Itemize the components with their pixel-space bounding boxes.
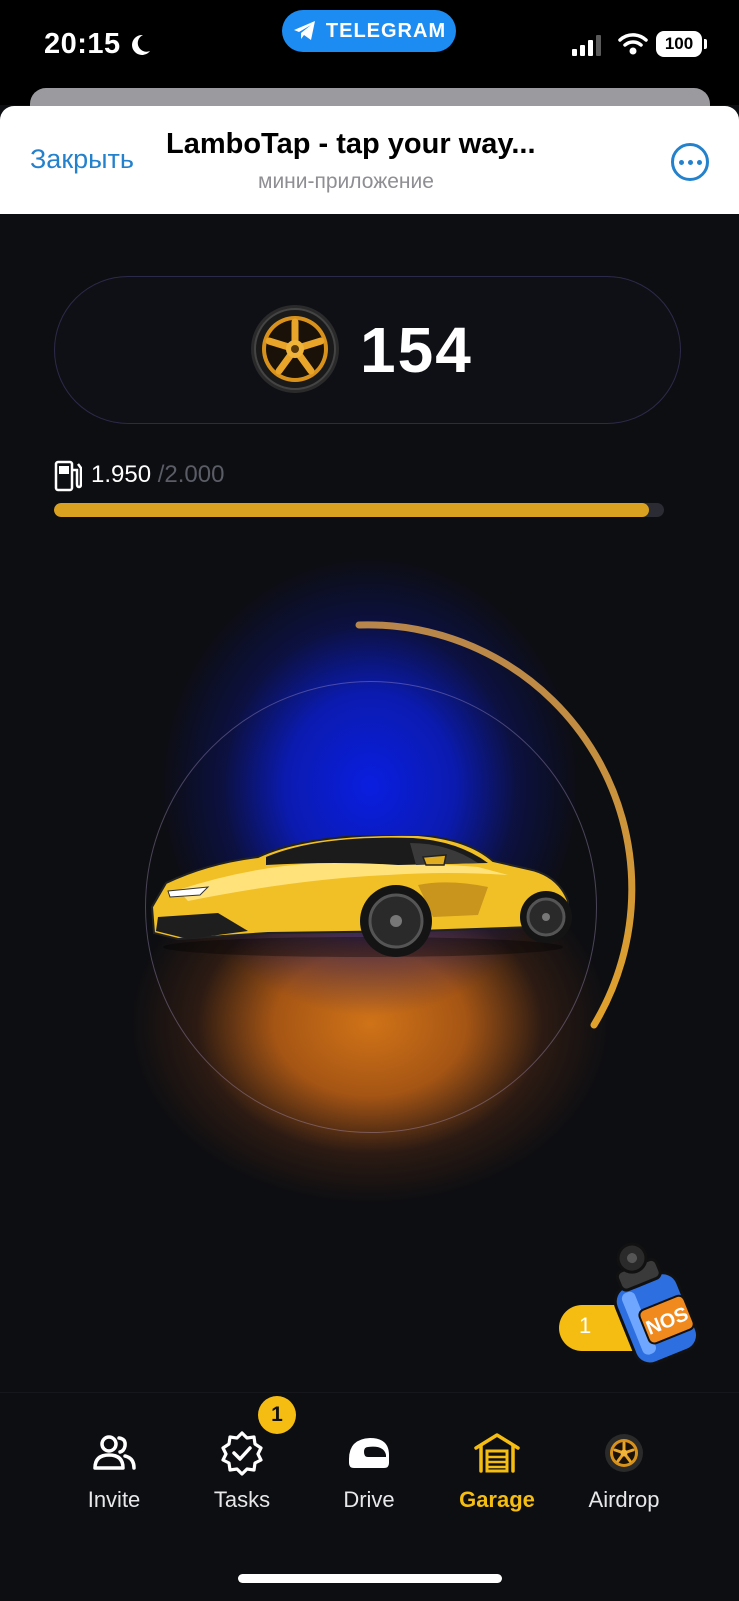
- wifi-icon: [618, 33, 648, 55]
- close-button[interactable]: Закрыть: [30, 144, 134, 175]
- status-time: 20:15: [44, 28, 121, 60]
- garage-icon: [437, 1425, 557, 1481]
- speed-arc: [355, 621, 636, 1029]
- nav-tasks[interactable]: Tasks: [182, 1425, 302, 1513]
- nav-drive[interactable]: Drive: [309, 1425, 429, 1513]
- dot: [678, 159, 684, 165]
- fuel-max: /2.000: [157, 461, 225, 488]
- nav-garage[interactable]: Garage: [437, 1425, 557, 1513]
- telegram-label: TELEGRAM: [325, 19, 447, 42]
- battery-indicator: 100: [656, 31, 702, 57]
- signal-icon: [572, 35, 601, 56]
- telegram-pill[interactable]: TELEGRAM: [282, 10, 456, 52]
- nav-label: Airdrop: [588, 1487, 660, 1512]
- dot: [687, 159, 693, 165]
- nav-label: Garage: [459, 1487, 535, 1512]
- tasks-badge: 1: [258, 1396, 296, 1434]
- coin-balance: 154: [360, 314, 473, 386]
- app-title: LamboTap - tap your way...: [166, 128, 536, 160]
- badge-check-icon: [182, 1425, 302, 1481]
- nos-bottle-icon[interactable]: NOS: [598, 1240, 708, 1365]
- nitro-count: 1: [579, 1313, 592, 1338]
- nav-airdrop[interactable]: Airdrop: [564, 1425, 684, 1513]
- fuel-progress-fill: [54, 503, 649, 517]
- fuel-icon: [54, 460, 82, 492]
- nav-label: Tasks: [213, 1487, 271, 1512]
- fuel-current: 1.950: [91, 461, 152, 488]
- fuel-progress-bar: [54, 503, 664, 517]
- helmet-icon: [309, 1425, 429, 1481]
- wheel-coin-icon: [564, 1425, 684, 1481]
- nav-label: Drive: [343, 1487, 395, 1512]
- users-icon: [54, 1425, 174, 1481]
- battery-tip: [704, 39, 707, 49]
- fuel-amount: 1.950 /2.000: [91, 461, 224, 489]
- telegram-plane-icon: [293, 21, 315, 40]
- nav-invite[interactable]: Invite: [54, 1425, 174, 1513]
- moon-icon: [132, 34, 150, 55]
- lambo-car-image[interactable]: [148, 835, 578, 965]
- wheel-coin-icon: [251, 305, 339, 393]
- dot: [696, 159, 702, 165]
- more-options-button[interactable]: [671, 143, 709, 181]
- home-indicator: [238, 1574, 502, 1583]
- app-subtitle: мини-приложение: [258, 170, 434, 193]
- nav-label: Invite: [87, 1487, 141, 1512]
